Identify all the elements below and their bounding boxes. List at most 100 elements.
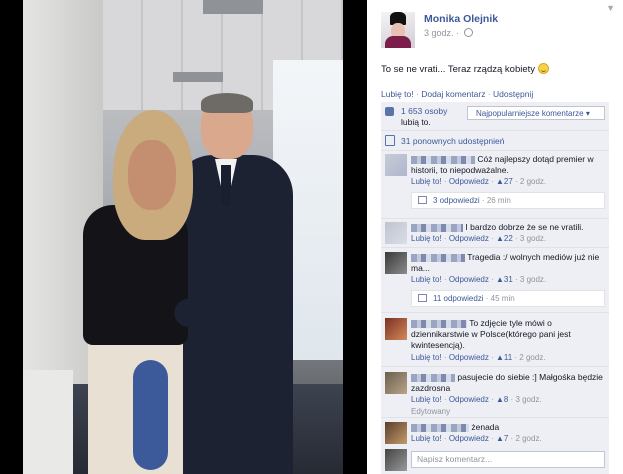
comment-avatar[interactable] (385, 422, 407, 444)
divider (381, 366, 609, 367)
comment-actions: Lubię to! · Odpowiedz · ▲7 · 2 godz. (411, 434, 542, 443)
comment-time[interactable]: 2 godz. (520, 177, 546, 186)
comment-body: To zdjęcie tyle mówi o dziennikarstwie w… (411, 318, 605, 351)
comment-actions: Lubię to! · Odpowiedz · ▲11 · 2 godz. (411, 353, 546, 362)
comment-reply-link[interactable]: Odpowiedz (449, 275, 489, 284)
thumb-up-icon: ▲ (495, 234, 504, 243)
comment-like-link[interactable]: Lubię to! (411, 275, 442, 284)
comment-body: I bardzo dobrze że se ne vratili. (411, 222, 605, 233)
globe-icon[interactable] (463, 28, 473, 37)
comment-item: pasujecie do siebie :] Małgośka będzie z… (381, 370, 609, 420)
commenter-name[interactable] (411, 223, 463, 232)
comment-reply-link[interactable]: Odpowiedz (449, 434, 489, 443)
comment-time[interactable]: 3 godz. (520, 234, 546, 243)
commenter-name[interactable] (411, 319, 467, 328)
comment-sort-select[interactable]: Najpopularniejsze komentarze ▾ (467, 106, 605, 120)
comment-actions: Lubię to! · Odpowiedz · ▲31 · 3 godz. (411, 275, 547, 284)
comment-reply-link[interactable]: Odpowiedz (449, 395, 489, 404)
edited-label[interactable]: Edytowany (411, 407, 450, 416)
commenter-name[interactable] (411, 155, 475, 164)
comment-actions: Lubię to! · Odpowiedz · ▲8 · 3 godz. (411, 395, 542, 404)
reply-icon (418, 196, 427, 204)
like-link[interactable]: Lubię to! (381, 89, 414, 99)
thumb-up-icon: ▲ (495, 353, 504, 362)
commenter-name[interactable] (411, 373, 455, 382)
comment-actions: Lubię to! · Odpowiedz · ▲27 · 2 godz. (411, 177, 547, 186)
comment-like-count[interactable]: 31 (504, 275, 513, 284)
comment-item: To zdjęcie tyle mówi o dziennikarstwie w… (381, 316, 609, 366)
post-actions: Lubię to! · Dodaj komentarz · Udostępnij (381, 89, 534, 99)
shares-count[interactable]: 31 ponownych udostępnień (401, 136, 505, 146)
likes-summary: 1 653 osoby lubią to. (401, 106, 461, 128)
thumb-up-icon: ▲ (495, 434, 504, 443)
comment-reply-link[interactable]: Odpowiedz (449, 234, 489, 243)
comment-item: żenada Lubię to! · Odpowiedz · ▲7 · 2 go… (381, 420, 609, 448)
commenter-name[interactable] (411, 253, 465, 262)
likes-count[interactable]: 1 653 osoby (401, 106, 447, 116)
comment-body: pasujecie do siebie :] Małgośka będzie z… (411, 372, 605, 394)
reply-icon (418, 294, 427, 302)
comment-body: Cóż najlepszy dotąd premier w historii, … (411, 154, 605, 176)
comment-like-link[interactable]: Lubię to! (411, 353, 442, 362)
comment-like-count[interactable]: 11 (504, 353, 512, 362)
thumb-up-icon: ▲ (495, 275, 504, 284)
post-text: To se ne vrati... Teraz rządzą kobiety (381, 63, 549, 75)
post-photo[interactable] (23, 0, 343, 474)
post-meta: 3 godz. · (424, 28, 473, 38)
comment-item: Cóż najlepszy dotąd premier w historii, … (381, 152, 609, 217)
comment-like-link[interactable]: Lubię to! (411, 395, 442, 404)
divider (381, 247, 609, 248)
comment-body: żenada (411, 422, 605, 433)
comment-text: I bardzo dobrze że se ne vratili. (465, 222, 584, 232)
comment-body: Tragedia :/ wolnych mediów już nie ma... (411, 252, 605, 274)
thumb-up-icon: ▲ (495, 177, 504, 186)
current-user-avatar (385, 449, 407, 471)
divider (381, 218, 609, 219)
comment-time[interactable]: 3 godz. (515, 395, 541, 404)
comment-input[interactable]: Napisz komentarz... (411, 451, 605, 468)
comment-avatar[interactable] (385, 252, 407, 274)
comment-reply-link[interactable]: Odpowiedz (449, 177, 489, 186)
comment-avatar[interactable] (385, 318, 407, 340)
comment-like-count[interactable]: 22 (504, 234, 513, 243)
replies-link[interactable]: 3 odpowiedzi · 26 min (411, 192, 605, 209)
post-panel: Monika Olejnik 3 godz. · ▼ To se ne vrat… (367, 0, 623, 474)
likes-suffix: lubią to. (401, 117, 431, 127)
photo-ceiling-light (173, 72, 223, 82)
post-header: Monika Olejnik 3 godz. · ▼ (367, 0, 623, 60)
comment-like-count[interactable]: 27 (504, 177, 513, 186)
comment-avatar[interactable] (385, 372, 407, 394)
shares-row: 31 ponownych udostępnień (381, 132, 609, 151)
photo-desk (23, 370, 73, 474)
smiley-icon (537, 63, 549, 74)
comment-time[interactable]: 2 godz. (515, 434, 541, 443)
post-text-content: To se ne vrati... Teraz rządzą kobiety (381, 64, 536, 75)
divider (381, 417, 609, 418)
comment-like-link[interactable]: Lubię to! (411, 177, 442, 186)
comment-avatar[interactable] (385, 222, 407, 244)
comment-link[interactable]: Dodaj komentarz (421, 89, 485, 99)
comment-actions: Lubię to! · Odpowiedz · ▲22 · 3 godz. (411, 234, 547, 243)
comment-avatar[interactable] (385, 154, 407, 176)
thumb-up-icon (385, 107, 394, 116)
photo-viewer[interactable] (0, 0, 367, 474)
comment-like-link[interactable]: Lubię to! (411, 434, 442, 443)
comment-text: żenada (471, 422, 500, 432)
likes-row: 1 653 osoby lubią to. Najpopularniejsze … (381, 102, 609, 131)
author-avatar[interactable] (381, 12, 415, 48)
comment-like-link[interactable]: Lubię to! (411, 234, 442, 243)
thumb-up-icon: ▲ (495, 395, 504, 404)
comment-time[interactable]: 2 godz. (519, 353, 545, 362)
replies-link[interactable]: 11 odpowiedzi · 45 min (411, 290, 605, 307)
share-link[interactable]: Udostępnij (493, 89, 533, 99)
share-icon (385, 135, 395, 146)
post-time[interactable]: 3 godz. (424, 28, 454, 38)
photo-ceiling-light (203, 0, 263, 14)
comment-reply-link[interactable]: Odpowiedz (449, 353, 489, 362)
comment-composer: Napisz komentarz... (381, 447, 609, 474)
chevron-down-icon[interactable]: ▼ (606, 3, 615, 13)
comment-time[interactable]: 3 godz. (520, 275, 546, 284)
author-name[interactable]: Monika Olejnik (424, 13, 498, 25)
divider (381, 312, 609, 313)
commenter-name[interactable] (411, 423, 469, 432)
